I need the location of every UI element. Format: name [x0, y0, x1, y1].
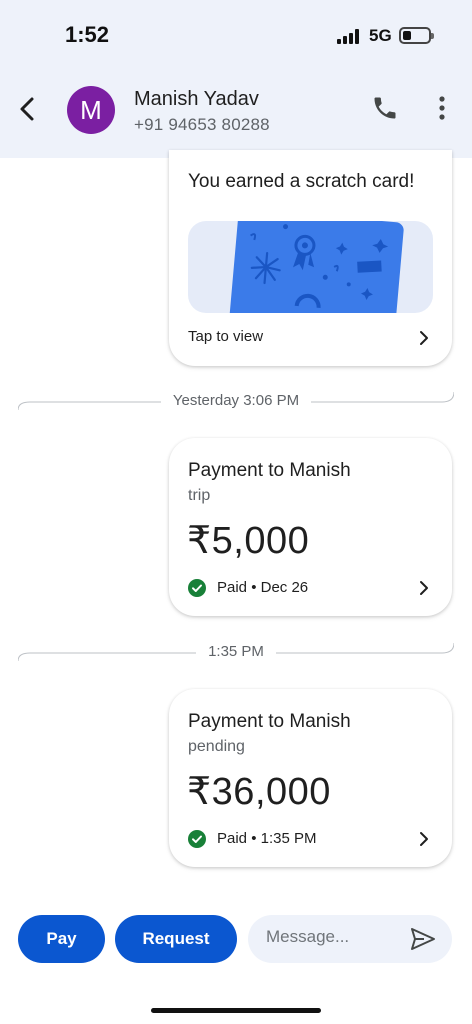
message-input[interactable] [266, 927, 396, 947]
message-box [248, 915, 452, 963]
payment-card[interactable]: Payment to Manish pending ₹36,000 Paid •… [169, 689, 452, 867]
divider-label: Yesterday 3:06 PM [160, 392, 312, 409]
check-circle-icon [188, 579, 206, 597]
check-circle-icon [188, 830, 206, 848]
divider-label: 1:35 PM [196, 643, 276, 660]
payment-title: Payment to Manish [188, 711, 351, 732]
payment-status: Paid • Dec 26 [217, 579, 309, 596]
scratch-card-image[interactable] [188, 221, 433, 313]
payment-amount: ₹36,000 [187, 771, 331, 813]
battery-icon [399, 27, 434, 44]
home-indicator[interactable] [151, 1008, 321, 1013]
status-time: 1:52 [65, 22, 110, 47]
request-button[interactable]: Request [115, 915, 237, 963]
network-type: 5G [369, 26, 392, 45]
contact-name[interactable]: Manish Yadav [134, 88, 259, 111]
chevron-right-icon[interactable] [418, 330, 430, 346]
date-divider: 1:35 PM [18, 643, 454, 663]
chat-header: M Manish Yadav +91 94653 80288 [0, 72, 472, 158]
payment-status: Paid • 1:35 PM [217, 830, 317, 847]
chevron-right-icon[interactable] [418, 831, 430, 847]
more-options-icon[interactable] [430, 94, 454, 122]
scratch-card-title: You earned a scratch card! [188, 171, 415, 192]
contact-phone: +91 94653 80288 [134, 115, 270, 134]
avatar[interactable]: M [67, 86, 115, 134]
phone-call-icon[interactable] [371, 94, 399, 122]
chevron-right-icon[interactable] [418, 580, 430, 596]
scratch-card-message[interactable]: You earned a scratch card! Tap to view [169, 150, 452, 366]
payment-note: trip [188, 487, 211, 504]
back-arrow-icon[interactable] [14, 94, 42, 124]
pay-button[interactable]: Pay [18, 915, 105, 963]
status-bar: 1:52 5G [0, 0, 472, 72]
signal-icon [337, 28, 363, 44]
payment-note: pending [188, 738, 245, 755]
tap-to-view-label[interactable]: Tap to view [188, 328, 263, 345]
date-divider: Yesterday 3:06 PM [18, 392, 454, 412]
payment-amount: ₹5,000 [187, 520, 310, 562]
payment-title: Payment to Manish [188, 460, 351, 481]
payment-card[interactable]: Payment to Manish trip ₹5,000 Paid • Dec… [169, 438, 452, 616]
send-icon[interactable] [410, 927, 436, 951]
